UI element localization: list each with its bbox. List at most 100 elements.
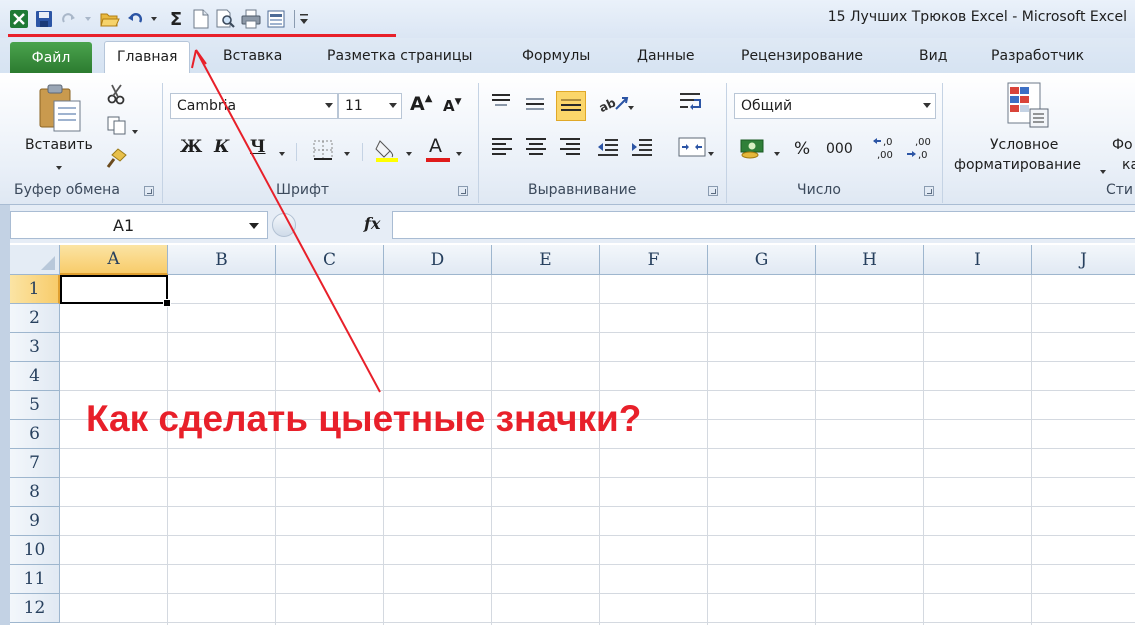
paste-dropdown-icon[interactable]: [56, 157, 62, 176]
excel-logo-icon[interactable]: [8, 8, 30, 30]
font-launcher-icon[interactable]: [458, 186, 468, 196]
print-icon[interactable]: [240, 8, 262, 30]
merge-dropdown-icon[interactable]: [708, 143, 714, 162]
customize-qat-icon[interactable]: [299, 8, 309, 30]
row-header-4[interactable]: 4: [10, 362, 60, 391]
format-as-table-partial-line2[interactable]: ка: [1122, 157, 1135, 173]
cell-grid[interactable]: [60, 275, 1135, 625]
paste-button[interactable]: Вставить: [25, 137, 93, 153]
print-preview-icon[interactable]: [215, 8, 237, 30]
cut-icon[interactable]: [106, 83, 128, 109]
conditional-formatting-line2[interactable]: форматирование: [954, 157, 1081, 173]
open-folder-icon[interactable]: [99, 8, 121, 30]
align-top-icon[interactable]: [492, 91, 514, 113]
orientation-icon[interactable]: ab: [597, 93, 630, 119]
row-header-1[interactable]: 1: [10, 275, 60, 304]
row-header-6[interactable]: 6: [10, 420, 60, 449]
row-header-5[interactable]: 5: [10, 391, 60, 420]
column-header-j[interactable]: J: [1032, 245, 1135, 275]
borders-dropdown-icon[interactable]: [340, 143, 350, 162]
name-box[interactable]: A1: [10, 211, 268, 239]
font-name-select[interactable]: Cambria: [170, 93, 338, 119]
paste-icon[interactable]: [36, 83, 84, 137]
currency-dropdown-icon[interactable]: [770, 143, 780, 162]
copy-dropdown-icon[interactable]: [132, 121, 138, 140]
align-center-icon[interactable]: [526, 135, 548, 157]
decrease-indent-icon[interactable]: [596, 137, 620, 161]
select-all-button[interactable]: [10, 245, 60, 275]
row-header-8[interactable]: 8: [10, 478, 60, 507]
increase-indent-icon[interactable]: [630, 137, 654, 161]
bold-button[interactable]: Ж: [180, 137, 202, 157]
tab-view[interactable]: Вид: [919, 48, 947, 64]
tab-insert[interactable]: Вставка: [223, 48, 282, 64]
column-header-g[interactable]: G: [708, 245, 816, 275]
font-size-select[interactable]: 11: [338, 93, 402, 119]
redo-dropdown-icon[interactable]: [83, 8, 93, 30]
underline-button[interactable]: Ч: [250, 137, 266, 157]
percent-button[interactable]: %: [794, 139, 810, 159]
tab-developer[interactable]: Разработчик: [991, 48, 1084, 64]
thousands-button[interactable]: 000: [826, 141, 853, 157]
undo-dropdown-icon[interactable]: [149, 8, 159, 30]
new-document-icon[interactable]: [190, 8, 212, 30]
alignment-launcher-icon[interactable]: [708, 186, 718, 196]
clipboard-launcher-icon[interactable]: [144, 186, 154, 196]
column-header-f[interactable]: F: [600, 245, 708, 275]
wrap-text-icon[interactable]: [678, 91, 704, 119]
row-header-7[interactable]: 7: [10, 449, 60, 478]
formula-input[interactable]: [392, 211, 1135, 239]
row-header-11[interactable]: 11: [10, 565, 60, 594]
column-header-h[interactable]: H: [816, 245, 924, 275]
font-color-button[interactable]: A: [426, 133, 452, 163]
tab-page-layout[interactable]: Разметка страницы: [327, 48, 472, 64]
format-as-table-partial-line1[interactable]: Фо: [1112, 137, 1133, 153]
conditional-formatting-line1[interactable]: Условное: [990, 137, 1058, 153]
italic-button[interactable]: К: [214, 137, 229, 157]
fill-color-dropdown-icon[interactable]: [402, 143, 412, 162]
row-header-9[interactable]: 9: [10, 507, 60, 536]
column-header-i[interactable]: I: [924, 245, 1032, 275]
conditional-formatting-icon[interactable]: [1006, 81, 1052, 135]
redo-icon[interactable]: [58, 8, 80, 30]
orientation-dropdown-icon[interactable]: [628, 97, 634, 116]
number-format-select[interactable]: Общий: [734, 93, 936, 119]
copy-icon[interactable]: [106, 115, 128, 139]
merge-center-icon[interactable]: [678, 135, 706, 163]
column-header-a[interactable]: A: [60, 245, 168, 275]
column-header-c[interactable]: C: [276, 245, 384, 275]
align-middle-icon[interactable]: [526, 95, 548, 117]
row-header-10[interactable]: 10: [10, 536, 60, 565]
currency-icon[interactable]: [740, 137, 766, 163]
increase-decimal-icon[interactable]: ,0,00: [872, 135, 900, 165]
tab-data[interactable]: Данные: [637, 48, 695, 64]
align-bottom-icon[interactable]: [556, 91, 586, 121]
sum-icon[interactable]: Σ: [165, 8, 187, 30]
underline-dropdown-icon[interactable]: [275, 143, 285, 162]
resize-handle-icon[interactable]: [272, 213, 296, 237]
column-header-b[interactable]: B: [168, 245, 276, 275]
column-header-e[interactable]: E: [492, 245, 600, 275]
decrease-decimal-icon[interactable]: ,00,0: [906, 135, 934, 165]
conditional-formatting-dropdown-icon[interactable]: [1100, 161, 1106, 180]
borders-icon[interactable]: [312, 139, 334, 165]
number-launcher-icon[interactable]: [924, 186, 934, 196]
row-header-2[interactable]: 2: [10, 304, 60, 333]
shrink-font-button[interactable]: A▼: [443, 97, 462, 115]
fill-color-icon[interactable]: [374, 137, 400, 167]
row-header-12[interactable]: 12: [10, 594, 60, 623]
column-header-d[interactable]: D: [384, 245, 492, 275]
tab-home[interactable]: Главная: [104, 41, 191, 75]
tab-file[interactable]: Файл: [10, 42, 92, 74]
font-color-dropdown-icon[interactable]: [452, 143, 462, 162]
tab-formulas[interactable]: Формулы: [522, 48, 590, 64]
save-icon[interactable]: [33, 8, 55, 30]
insert-function-button[interactable]: fx: [364, 214, 380, 233]
undo-icon[interactable]: [124, 8, 146, 30]
active-cell-a1[interactable]: [60, 275, 171, 307]
row-header-3[interactable]: 3: [10, 333, 60, 362]
grow-font-button[interactable]: A▲: [410, 93, 432, 115]
align-right-icon[interactable]: [560, 135, 582, 157]
align-left-icon[interactable]: [492, 135, 514, 157]
tab-review[interactable]: Рецензирование: [741, 48, 863, 64]
